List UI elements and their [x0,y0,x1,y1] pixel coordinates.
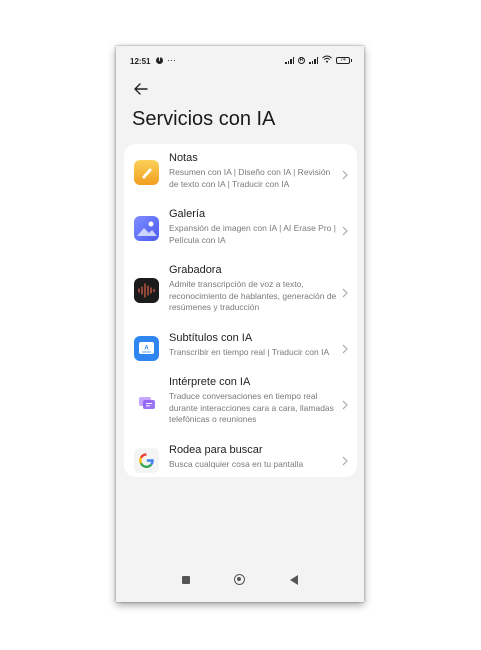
page-title: Servicios con IA [132,108,276,130]
status-bar: 12:51 f ··· R 74 [116,46,364,76]
svg-text:A: A [144,346,149,352]
service-item-grabadora[interactable]: Grabadora Admite transcripción de voz a … [124,264,357,320]
navigation-bar [116,568,364,602]
service-item-galeria[interactable]: Galería Expansión de imagen con IA | AI … [124,208,357,254]
service-text: Grabadora Admite transcripción de voz a … [169,264,337,314]
service-name: Subtítulos con IA [169,332,253,344]
service-text: Notas Resumen con IA | Diseño con IA | R… [169,152,337,190]
recorder-icon [134,278,159,303]
back-arrow-icon [134,83,148,95]
service-text: Subtítulos con IA Transcribir en tiempo … [169,332,337,359]
chevron-right-icon [342,344,348,354]
service-text: Rodea para buscar Busca cualquier cosa e… [169,444,337,471]
status-time: 12:51 [130,57,151,66]
status-icons: R 74 [285,55,352,65]
service-description: Busca cualquier cosa en tu pantalla [169,459,304,469]
chevron-right-icon [342,400,348,410]
battery-icon: 74 [336,56,352,64]
google-icon [134,448,159,473]
service-name: Rodea para buscar [169,444,263,456]
sim-r-icon: R [298,56,305,64]
service-item-notas[interactable]: Notas Resumen con IA | Diseño con IA | R… [124,152,357,198]
service-description: Resumen con IA | Diseño con IA | Revisió… [169,167,331,189]
service-name: Notas [169,152,198,164]
back-button[interactable] [290,575,298,585]
chevron-right-icon [342,456,348,466]
recent-apps-button[interactable] [182,576,190,584]
home-button[interactable] [234,574,245,585]
service-item-interprete[interactable]: Intérprete con IA Traduce conversaciones… [124,376,357,432]
service-name: Intérprete con IA [169,376,251,388]
service-description: Expansión de imagen con IA | AI Erase Pr… [169,223,336,245]
phone-screen: 12:51 f ··· R 74 Servicios con IA Notas … [116,46,364,602]
interpreter-icon [134,390,159,415]
signal-icon [285,56,294,64]
wifi-icon [322,55,332,65]
service-description: Admite transcripción de voz a texto, rec… [169,279,337,312]
chevron-right-icon [342,170,348,180]
chevron-right-icon [342,226,348,236]
chevron-right-icon [342,288,348,298]
back-arrow-button[interactable] [132,80,150,98]
service-name: Galería [169,208,206,220]
service-text: Intérprete con IA Traduce conversaciones… [169,376,337,426]
service-description: Traduce conversaciones en tiempo real du… [169,391,334,424]
service-text: Galería Expansión de imagen con IA | AI … [169,208,337,246]
gallery-icon [134,216,159,241]
service-name: Grabadora [169,264,222,276]
service-description: Transcribir en tiempo real | Traducir co… [169,347,330,357]
notes-icon [134,160,159,185]
services-list: Notas Resumen con IA | Diseño con IA | R… [124,144,357,477]
service-item-subtitulos[interactable]: A Subtítulos con IA Transcribir en tiemp… [124,332,357,366]
subtitles-icon: A [134,336,159,361]
service-item-rodea-para-buscar[interactable]: Rodea para buscar Busca cualquier cosa e… [124,444,357,478]
signal-icon-2 [309,56,318,64]
more-notifications-icon: ··· [167,55,176,65]
facebook-icon: f [156,57,163,64]
